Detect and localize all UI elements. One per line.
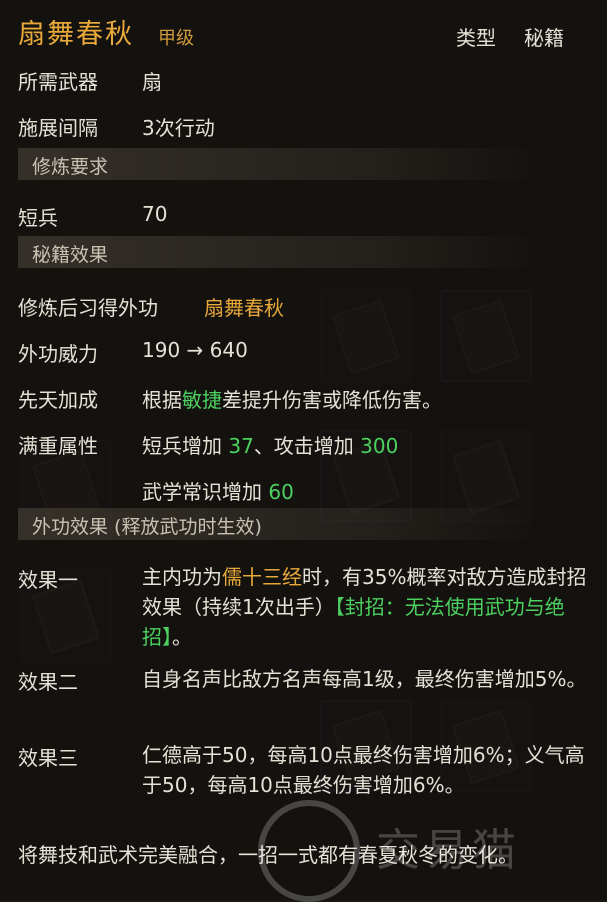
interval-value: 3次行动 [142,116,215,140]
grade-label: 甲级 [158,28,194,49]
watermark-cat-icon [258,800,360,902]
effects-title: 秘籍效果 [32,244,109,266]
watermark-text: 交易猫 [376,825,520,876]
power-value: 190 → 640 [142,338,248,362]
tooltip-header: 扇舞春秋 甲级 类型 秘籍 [18,10,593,50]
requirements-section-header: 修炼要求 [18,148,538,180]
effect-3-label: 效果三 [18,746,78,770]
effects-section-header: 秘籍效果 [18,236,538,268]
effect-2-label: 效果二 [18,670,78,694]
full-a-text: 短兵增加 [142,434,229,458]
full-c-value: 60 [268,480,294,504]
item-tooltip-panel: 扇舞春秋 甲级 类型 秘籍 所需武器 扇 施展间隔 3次行动 修炼要求 短兵 7… [0,0,607,900]
innate-highlight: 敏捷 [182,388,222,412]
full-weight-value: 短兵增加 37、攻击增加 300 [142,430,398,459]
full-sep: 、攻击增加 [253,434,361,458]
full-c-text: 武学常识增加 [142,480,269,504]
skill-effects-section-header: 外功效果 (释放武功时生效) [18,508,538,540]
e1-highlight: 儒十三经 [222,565,302,589]
effect-1-label: 效果一 [18,568,78,592]
skill-name: 扇舞春秋 [18,19,134,50]
interval-label: 施展间隔 [18,116,98,140]
skill-effects-title: 外功效果 (释放武功时生效) [32,516,262,538]
e1-end: 。 [172,625,192,649]
weapon-label: 所需武器 [18,70,98,94]
full-a-value: 37 [228,434,254,458]
short-weapon-label: 短兵 [18,206,58,230]
power-label: 外功威力 [18,342,98,366]
type-label: 类型 [456,26,496,50]
learn-value: 扇舞春秋 [204,296,284,320]
e1-prefix: 主内功为 [142,565,222,589]
full-b-value: 300 [360,434,399,458]
watermark-logo: 交易猫 [258,800,593,902]
effect-2-text: 自身名声比敌方名声每高1级，最终伤害增加5%。 [142,667,587,691]
type-value: 秘籍 [524,26,564,50]
short-weapon-value: 70 [142,202,168,226]
requirements-title: 修炼要求 [32,156,109,178]
innate-suffix: 差提升伤害或降低伤害。 [222,388,442,412]
innate-value: 根据敏捷差提升伤害或降低伤害。 [142,384,442,413]
weapon-value: 扇 [142,70,162,94]
learn-label: 修炼后习得外功 [18,296,158,320]
full-weight-value-2: 武学常识增加 60 [142,476,294,505]
innate-prefix: 根据 [142,388,182,412]
innate-label: 先天加成 [18,388,98,412]
effect-1-text: 主内功为儒十三经时，有35%概率对敌方造成封招效果（持续1次出手）【封招：无法使… [142,562,602,652]
effect-3-text: 仁德高于50，每高10点最终伤害增加6%；义气高于50，每高10点最终伤害增加6… [142,743,585,797]
full-weight-label: 满重属性 [18,434,98,458]
